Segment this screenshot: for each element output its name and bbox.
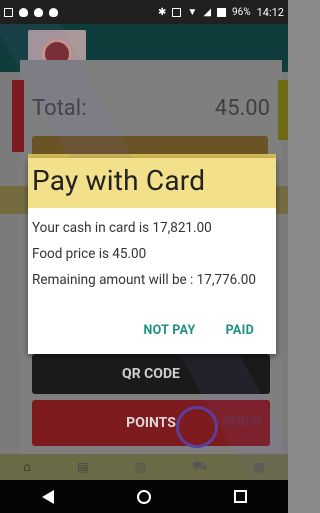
battery-percent: 96% xyxy=(232,6,251,18)
status-left-icons xyxy=(4,7,58,17)
debug-label: DEBUG xyxy=(222,414,263,429)
dialog-actions: NOT PAY PAID xyxy=(144,323,254,338)
signal-icon: ◢ xyxy=(203,6,212,18)
recent-apps-icon[interactable] xyxy=(233,490,247,503)
notification-icon xyxy=(49,7,58,17)
not-pay-button[interactable]: NOT PAY xyxy=(144,323,196,338)
cart-icon[interactable]: ⛟ xyxy=(192,459,207,475)
clock: 14:12 xyxy=(256,5,284,19)
bluetooth-icon: ✱ xyxy=(158,6,167,18)
home-icon[interactable]: ⌂ xyxy=(23,459,31,475)
status-bar: ✱ ▼ ◢ 96% 14:12 xyxy=(0,0,288,24)
food-price-text: Food price is 45.00 xyxy=(32,246,147,262)
pay-with-card-dialog: Pay with Card Your cash in card is 17,82… xyxy=(28,158,276,354)
wifi-icon: ▼ xyxy=(187,6,198,18)
total-label: Total: xyxy=(32,96,87,121)
debug-logo-icon xyxy=(169,399,225,455)
status-right-icons: ✱ ▼ ◢ 96% 14:12 xyxy=(158,6,284,19)
back-icon[interactable] xyxy=(41,489,54,504)
dialog-body: Your cash in card is 17,821.00 Food pric… xyxy=(32,220,276,298)
screenshot-icon xyxy=(4,7,13,17)
battery-icon xyxy=(217,7,227,17)
home-circle-icon[interactable] xyxy=(136,489,151,504)
total-value: 45.00 xyxy=(214,96,270,121)
orders-icon[interactable]: ▥ xyxy=(135,460,146,474)
debug-badge: DEBUG xyxy=(166,399,286,455)
remaining-amount-text: Remaining amount will be : 17,776.00 xyxy=(32,272,256,288)
dialog-title: Pay with Card xyxy=(32,164,206,197)
qr-code-button[interactable]: QR CODE xyxy=(32,354,270,394)
accent-strip xyxy=(12,80,24,152)
shield-icon xyxy=(19,7,28,17)
menu-icon[interactable]: ▤ xyxy=(77,460,88,474)
shield-icon xyxy=(34,7,43,17)
bottom-navigation: ⌂ ▤ ▥ ⛟ ▦ xyxy=(0,454,288,480)
accent-strip xyxy=(278,80,288,140)
card-balance-text: Your cash in card is 17,821.00 xyxy=(32,220,212,236)
vibrate-icon xyxy=(172,7,182,17)
system-navigation-bar xyxy=(0,480,288,513)
profile-icon[interactable]: ▦ xyxy=(254,460,265,474)
paid-button[interactable]: PAID xyxy=(226,323,254,338)
